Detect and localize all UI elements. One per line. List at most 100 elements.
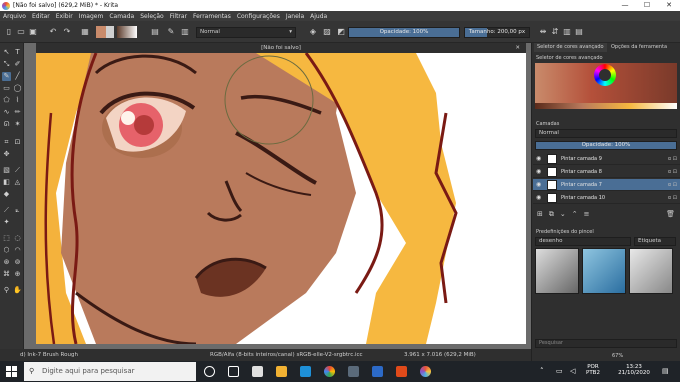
brush-presets-tag[interactable]: Etiqueta	[634, 237, 676, 246]
delete-layer-icon[interactable]: 🗑	[666, 209, 675, 220]
brush-presets-filter[interactable]: desenho	[535, 237, 631, 246]
mirror-vertical-icon[interactable]: ⇵	[550, 27, 560, 37]
menu-selecao[interactable]: Seleção	[140, 13, 164, 20]
app-icon-mail[interactable]	[372, 366, 383, 377]
menu-ferramentas[interactable]: Ferramentas	[193, 13, 231, 20]
move-layer-down-icon[interactable]: ⌄	[560, 209, 566, 220]
smart-patch-icon[interactable]: ◬	[13, 178, 22, 187]
add-layer-icon[interactable]: ⊞	[537, 209, 543, 220]
layer-lock-icon[interactable]: α ⊡	[668, 153, 677, 165]
edit-shapes-icon[interactable]: ⤡	[2, 60, 11, 69]
rectangle-tool-icon[interactable]: ▭	[2, 84, 11, 93]
similar-select-icon[interactable]: ⊚	[13, 258, 22, 267]
bezier-select-icon[interactable]: ⌘	[2, 270, 11, 279]
layer-row[interactable]: ◉ Pintar camada 7 α ⊡	[533, 179, 680, 191]
color-history-strip[interactable]	[535, 103, 677, 109]
app-icon-files[interactable]	[252, 366, 263, 377]
move-layer-up-icon[interactable]: ⌃	[572, 209, 578, 220]
fill-tool-icon[interactable]: ◆	[2, 190, 11, 199]
reference-tool-icon[interactable]: ✦	[2, 218, 11, 227]
freehand-select-icon[interactable]: ◠	[13, 246, 22, 255]
brush-preset-2[interactable]	[582, 248, 626, 294]
ellipse-tool-icon[interactable]: ◯	[13, 84, 22, 93]
layers-blend-select[interactable]: Normal	[535, 129, 677, 138]
contiguous-select-icon[interactable]: ⊛	[2, 258, 11, 267]
layer-opacity-slider[interactable]: Opacidade: 100%	[535, 141, 677, 150]
select-shapes-icon[interactable]: ↖	[2, 48, 11, 57]
clock[interactable]: 13:23 21/10/2020	[614, 364, 654, 376]
redo-icon[interactable]: ↷	[62, 27, 72, 37]
text-tool-icon[interactable]: T	[13, 48, 22, 57]
background-color-swatch[interactable]	[106, 26, 114, 38]
menu-filtrar[interactable]: Filtrar	[170, 13, 187, 20]
close-button[interactable]: ✕	[658, 0, 680, 11]
brush-preset-icon[interactable]: ✎	[166, 27, 176, 37]
brush-settings-icon[interactable]: ▥	[180, 27, 190, 37]
transform-tool-icon[interactable]: ⊡	[13, 138, 22, 147]
line-tool-icon[interactable]: ╱	[13, 72, 22, 81]
assistant-tool-icon[interactable]: ⟋	[2, 206, 11, 215]
color-picker-icon[interactable]: ⟋	[13, 166, 22, 175]
color-wheel[interactable]	[594, 64, 616, 86]
eraser-icon[interactable]: ◈	[308, 27, 318, 37]
drawing-canvas[interactable]	[36, 53, 526, 344]
minimize-button[interactable]: —	[614, 0, 636, 11]
layer-properties-icon[interactable]: ≡	[584, 209, 590, 220]
menu-exibir[interactable]: Exibir	[56, 13, 73, 20]
layer-row[interactable]: ◉ Pintar camada 9 α ⊡	[533, 153, 680, 165]
multibrush-icon[interactable]: ✶	[13, 120, 22, 129]
maximize-button[interactable]: ☐	[636, 0, 658, 11]
layer-lock-icon[interactable]: α ⊡	[668, 179, 677, 191]
tab-advanced-color-selector[interactable]: Seletor de cores avançado	[534, 43, 607, 52]
dynamic-brush-icon[interactable]: ᘏ	[2, 120, 11, 129]
open-document-icon[interactable]: ▭	[16, 27, 26, 37]
menu-ajuda[interactable]: Ajuda	[310, 13, 327, 20]
freehand-brush-icon[interactable]: ✎	[2, 72, 11, 81]
ellipse-select-icon[interactable]: ◌	[13, 234, 22, 243]
volume-icon[interactable]: ◁	[570, 367, 575, 375]
notifications-icon[interactable]: ▤	[662, 367, 669, 375]
wrap-around-icon[interactable]: ▥	[562, 27, 572, 37]
bezier-tool-icon[interactable]: ∿	[2, 108, 11, 117]
visibility-eye-icon[interactable]: ◉	[536, 155, 541, 162]
blend-mode-select[interactable]: Normal ▾	[196, 27, 296, 38]
magnetic-select-icon[interactable]: ⊕	[13, 270, 22, 279]
edge-icon[interactable]	[300, 366, 311, 377]
gradient-tool-icon[interactable]: ▧	[2, 166, 11, 175]
cortana-icon[interactable]	[204, 366, 215, 377]
new-document-icon[interactable]: ▯	[4, 27, 14, 37]
size-slider[interactable]: Tamanho: 200,00 px	[464, 27, 530, 38]
app-icon-office[interactable]	[396, 366, 407, 377]
tab-tool-options[interactable]: Opções da ferramenta	[608, 43, 670, 52]
wrap-around-vertical-icon[interactable]: ▤	[574, 27, 584, 37]
network-icon[interactable]: ▭	[556, 367, 563, 375]
menu-camada[interactable]: Camada	[109, 13, 134, 20]
krita-taskbar-icon[interactable]	[420, 366, 431, 377]
rect-select-icon[interactable]: ⬚	[2, 234, 11, 243]
taskbar-search-input[interactable]: ⚲ Digite aqui para pesquisar	[24, 362, 196, 381]
menu-janela[interactable]: Janela	[286, 13, 304, 20]
undo-icon[interactable]: ↶	[48, 27, 58, 37]
layer-row[interactable]: ◉ Pintar camada 10 α ⊡	[533, 192, 680, 204]
visibility-eye-icon[interactable]: ◉	[536, 168, 541, 175]
measure-tool-icon[interactable]: ⟀	[13, 206, 22, 215]
chrome-icon[interactable]	[324, 366, 335, 377]
language-indicator[interactable]: POR PTB2	[586, 364, 600, 376]
brush-editor-icon[interactable]: ▤	[150, 27, 160, 37]
preserve-alpha-icon[interactable]: ▨	[322, 27, 332, 37]
polygon-select-icon[interactable]: ⬡	[2, 246, 11, 255]
brush-search-input[interactable]: Pesquisar	[535, 339, 677, 348]
pan-tool-icon[interactable]: ✋	[13, 286, 22, 295]
task-view-icon[interactable]	[228, 366, 239, 377]
visibility-eye-icon[interactable]: ◉	[536, 181, 541, 188]
color-triangle[interactable]	[599, 69, 611, 81]
lock-alpha-icon[interactable]: ◩	[336, 27, 346, 37]
menu-imagem[interactable]: Imagem	[79, 13, 104, 20]
colorize-mask-icon[interactable]: ◧	[2, 178, 11, 187]
menu-editar[interactable]: Editar	[32, 13, 50, 20]
foreground-color-swatch[interactable]	[96, 26, 106, 38]
polyline-tool-icon[interactable]: ⌇	[13, 96, 22, 105]
mirror-horizontal-icon[interactable]: ⇹	[538, 27, 548, 37]
menu-arquivo[interactable]: Arquivo	[3, 13, 26, 20]
freehand-path-icon[interactable]: ✏	[13, 108, 22, 117]
